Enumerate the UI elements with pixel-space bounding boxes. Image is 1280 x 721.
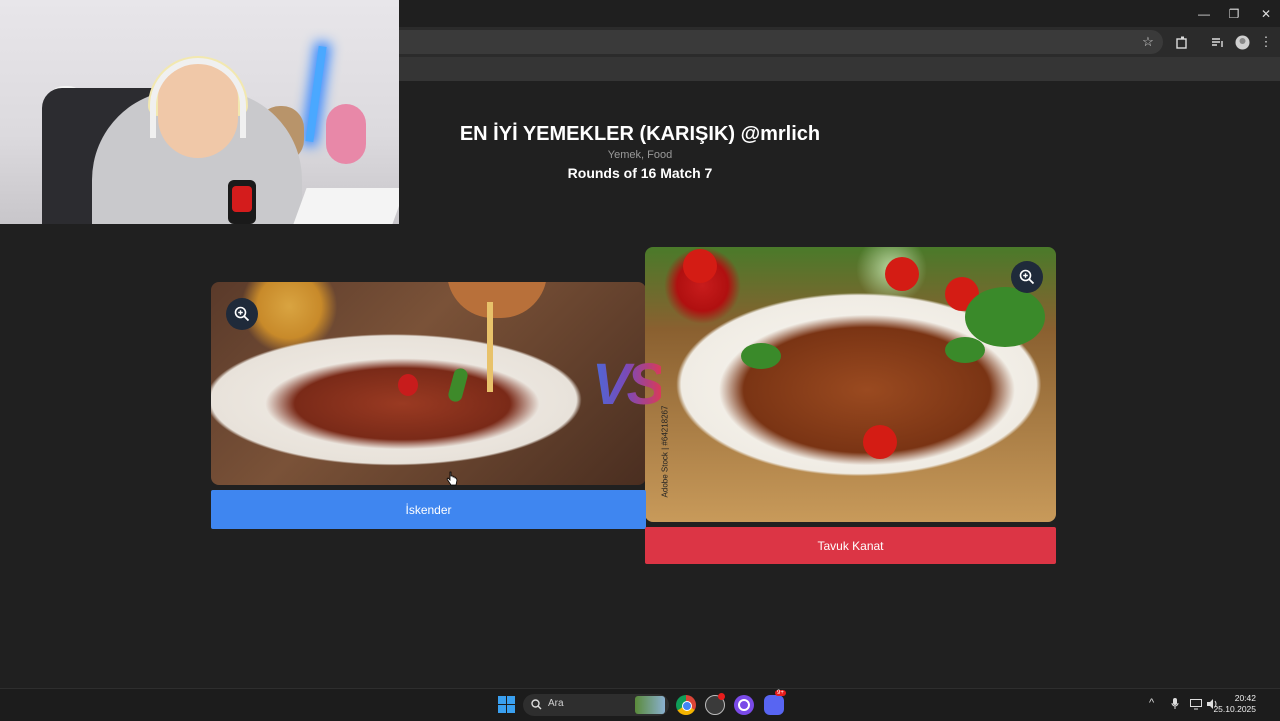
stock-watermark: Adobe Stock | #64218267 bbox=[660, 405, 670, 498]
lettuce bbox=[965, 287, 1045, 347]
minimize-button[interactable]: — bbox=[1188, 0, 1220, 27]
search-label: Ara bbox=[548, 698, 564, 709]
hand-cursor-icon bbox=[446, 471, 458, 486]
parsley bbox=[741, 343, 781, 369]
network-icon[interactable] bbox=[1190, 698, 1202, 710]
extensions-icon[interactable] bbox=[1174, 34, 1190, 50]
tomato-slice bbox=[398, 374, 418, 396]
tomato bbox=[863, 425, 897, 459]
butter-pot bbox=[447, 282, 547, 318]
windows-start-icon[interactable] bbox=[498, 696, 515, 713]
menu-icon[interactable]: ⋮ bbox=[1258, 34, 1274, 50]
search-icon bbox=[531, 699, 542, 710]
clock-date: 25.10.2025 bbox=[1213, 704, 1256, 714]
tomato bbox=[683, 249, 717, 283]
vs-label: VS bbox=[592, 352, 665, 417]
tavuk-kanat-image[interactable]: Adobe Stock | #64218267 bbox=[645, 247, 1056, 522]
microphone-light bbox=[232, 186, 252, 212]
media-icon[interactable] bbox=[1209, 34, 1225, 50]
taskbar-search[interactable]: Ara bbox=[523, 694, 669, 716]
maximize-button[interactable]: ❐ bbox=[1218, 0, 1250, 27]
app-icon[interactable] bbox=[705, 693, 725, 715]
iskender-image[interactable] bbox=[211, 282, 646, 485]
system-clock[interactable]: 20:42 25.10.2025 bbox=[1213, 693, 1256, 715]
close-window-button[interactable]: ✕ bbox=[1250, 0, 1280, 27]
windows-taskbar: Ara 9+ ^ 20:42 25.10.2025 bbox=[0, 688, 1280, 721]
chevron-up-icon[interactable]: ^ bbox=[1149, 697, 1154, 709]
webcam-overlay bbox=[0, 0, 399, 224]
zoom-in-icon[interactable] bbox=[1011, 261, 1043, 293]
tomato bbox=[885, 257, 919, 291]
search-highlight-image bbox=[635, 696, 665, 714]
circle-app-icon[interactable] bbox=[734, 695, 754, 715]
profile-icon[interactable] bbox=[1234, 34, 1250, 50]
green-pepper bbox=[446, 366, 470, 404]
desk bbox=[293, 188, 399, 224]
clock-time: 20:42 bbox=[1234, 693, 1256, 703]
tavuk-kanat-button[interactable]: Tavuk Kanat bbox=[645, 527, 1056, 564]
star-icon[interactable]: ☆ bbox=[1140, 34, 1156, 50]
pink-bear bbox=[326, 104, 366, 164]
butter-pour bbox=[487, 302, 493, 392]
chrome-icon[interactable] bbox=[676, 695, 696, 715]
microphone-icon[interactable] bbox=[1171, 698, 1179, 710]
discord-badge: 9+ bbox=[775, 690, 786, 696]
parsley bbox=[945, 337, 985, 363]
zoom-in-icon[interactable] bbox=[226, 298, 258, 330]
discord-icon[interactable]: 9+ bbox=[764, 690, 786, 715]
iskender-button[interactable]: İskender bbox=[211, 490, 646, 529]
neon-light bbox=[305, 45, 327, 143]
